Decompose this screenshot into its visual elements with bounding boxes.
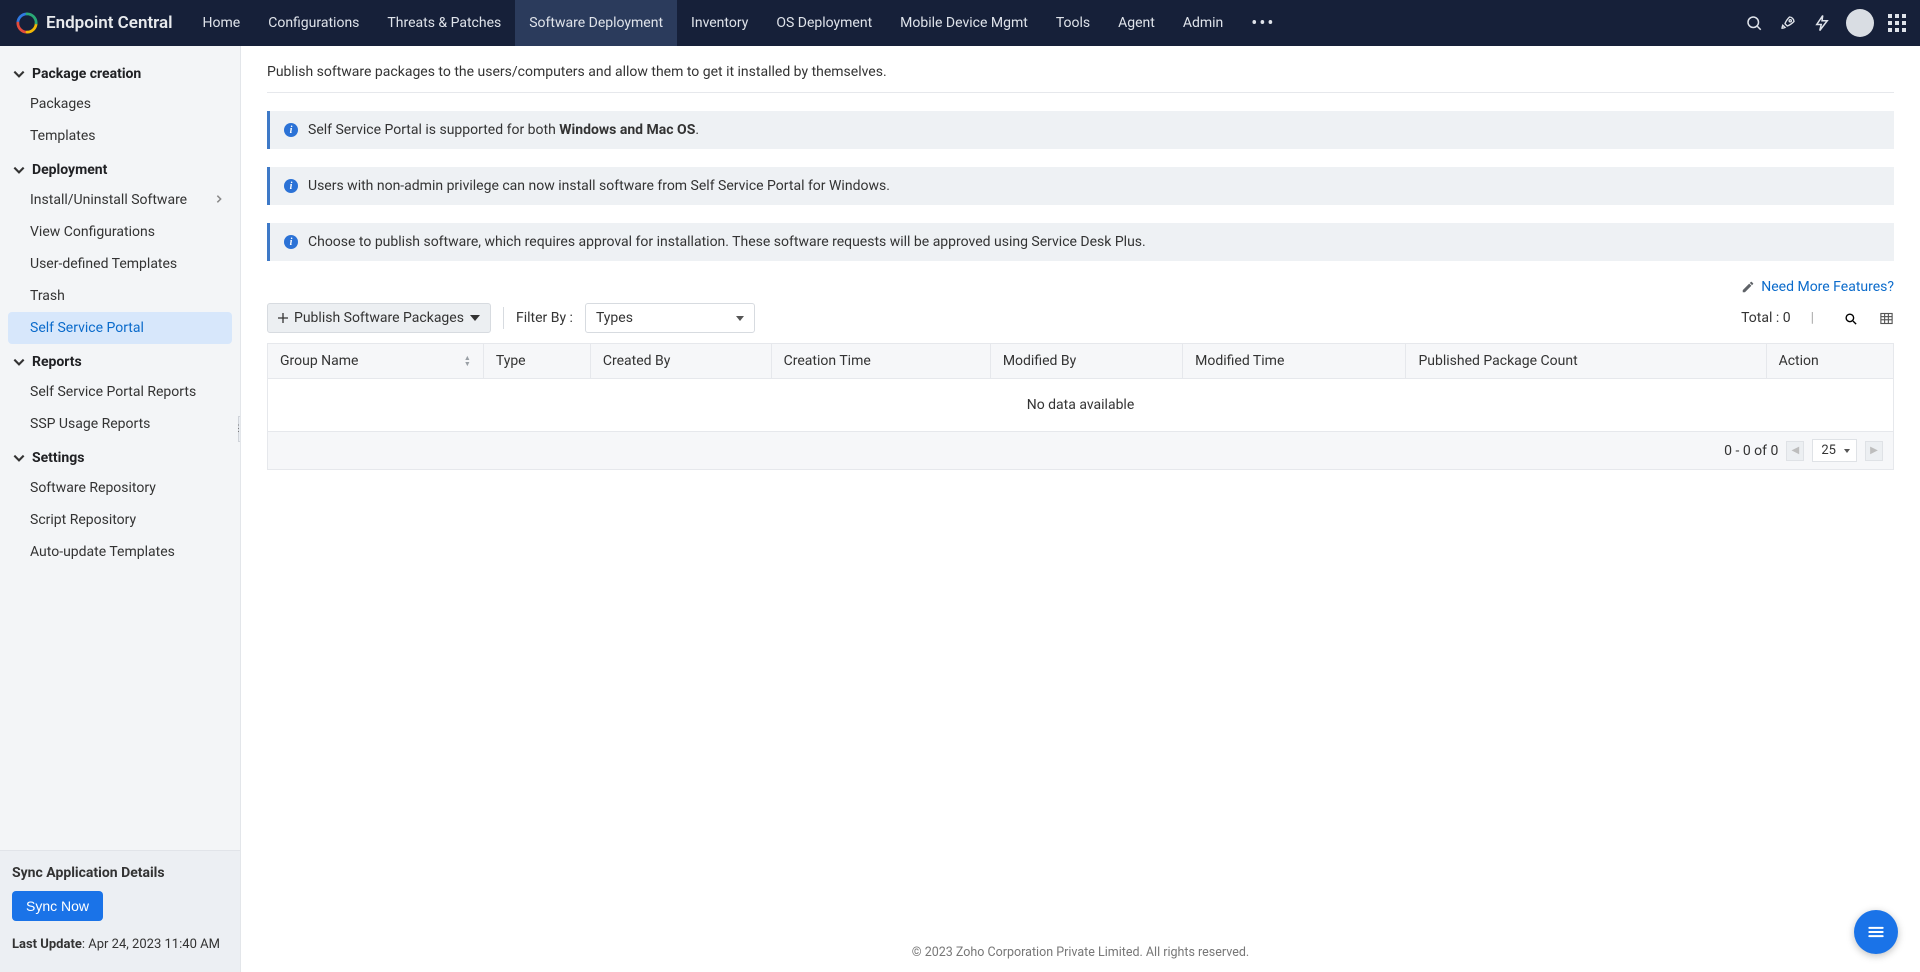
info-icon: i: [284, 123, 298, 137]
nav-item-admin[interactable]: Admin: [1169, 0, 1237, 46]
user-avatar[interactable]: [1846, 9, 1874, 37]
nav-item-threats-patches[interactable]: Threats & Patches: [373, 0, 515, 46]
nav-item-mobile-device-mgmt[interactable]: Mobile Device Mgmt: [886, 0, 1042, 46]
column-group-name[interactable]: Group Name▲▼: [268, 344, 484, 379]
table-pagination: 0 - 0 of 0 ◀ 25 ▶: [267, 432, 1894, 470]
column-published-package-count[interactable]: Published Package Count: [1406, 344, 1766, 379]
column-modified-by[interactable]: Modified By: [990, 344, 1182, 379]
column-creation-time[interactable]: Creation Time: [771, 344, 990, 379]
filter-type-select[interactable]: Types: [585, 303, 755, 333]
menu-icon: [1866, 922, 1886, 942]
column-action[interactable]: Action: [1766, 344, 1893, 379]
search-icon[interactable]: [1744, 13, 1764, 33]
plus-icon: [278, 313, 288, 323]
nav-more-icon[interactable]: •••: [1237, 13, 1281, 34]
pager-range: 0 - 0 of 0: [1724, 443, 1778, 459]
chevron-right-icon: [214, 192, 224, 208]
last-update: Last Update: Apr 24, 2023 11:40 AM: [12, 937, 228, 952]
edit-icon: [1741, 280, 1755, 294]
info-supported-os: i Self Service Portal is supported for b…: [267, 111, 1894, 149]
nav-item-agent[interactable]: Agent: [1104, 0, 1169, 46]
sidebar-footer: Sync Application Details Sync Now Last U…: [0, 850, 240, 972]
pager-prev-button[interactable]: ◀: [1786, 441, 1804, 461]
sidebar-item-install-uninstall-software[interactable]: Install/Uninstall Software: [0, 184, 240, 216]
page-description: Publish software packages to the users/c…: [267, 64, 1894, 93]
sidebar-group-deployment[interactable]: Deployment: [0, 152, 240, 184]
table-toolbar: Publish Software Packages Filter By : Ty…: [267, 303, 1894, 333]
main-nav: HomeConfigurationsThreats & PatchesSoftw…: [189, 0, 1238, 46]
sidebar-item-user-defined-templates[interactable]: User-defined Templates: [0, 248, 240, 280]
column-created-by[interactable]: Created By: [590, 344, 771, 379]
topbar-icons: [1744, 9, 1920, 37]
info-non-admin: i Users with non-admin privilege can now…: [267, 167, 1894, 205]
nav-item-software-deployment[interactable]: Software Deployment: [515, 0, 677, 46]
info-icon: i: [284, 235, 298, 249]
sidebar-item-auto-update-templates[interactable]: Auto-update Templates: [0, 536, 240, 568]
sidebar-group-reports[interactable]: Reports: [0, 344, 240, 376]
pager-next-button[interactable]: ▶: [1865, 441, 1883, 461]
pager-size-select[interactable]: 25: [1812, 439, 1857, 462]
table-columns-icon[interactable]: [1878, 310, 1894, 326]
sync-title: Sync Application Details: [12, 865, 228, 881]
nav-item-home[interactable]: Home: [189, 0, 255, 46]
packages-table: Group Name▲▼TypeCreated ByCreation TimeM…: [267, 343, 1894, 379]
sidebar-group-package-creation[interactable]: Package creation: [0, 56, 240, 88]
need-more-features-link[interactable]: Need More Features?: [1761, 279, 1894, 295]
help-fab-button[interactable]: [1854, 910, 1898, 954]
total-count: Total : 0: [1741, 310, 1790, 326]
caret-down-icon: [470, 313, 480, 323]
publish-packages-button[interactable]: Publish Software Packages: [267, 303, 491, 333]
sidebar: Package creationPackagesTemplatesDeploym…: [0, 46, 241, 972]
bolt-icon[interactable]: [1812, 13, 1832, 33]
sidebar-item-software-repository[interactable]: Software Repository: [0, 472, 240, 504]
column-modified-time[interactable]: Modified Time: [1183, 344, 1406, 379]
sidebar-item-script-repository[interactable]: Script Repository: [0, 504, 240, 536]
brand-text: Endpoint Central: [46, 13, 173, 33]
sidebar-item-packages[interactable]: Packages: [0, 88, 240, 120]
sidebar-item-ssp-usage-reports[interactable]: SSP Usage Reports: [0, 408, 240, 440]
sidebar-group-settings[interactable]: Settings: [0, 440, 240, 472]
table-search-icon[interactable]: [1842, 310, 1858, 326]
nav-item-os-deployment[interactable]: OS Deployment: [762, 0, 886, 46]
footer-copyright: © 2023 Zoho Corporation Private Limited.…: [267, 927, 1894, 972]
info-icon: i: [284, 179, 298, 193]
nav-item-tools[interactable]: Tools: [1042, 0, 1104, 46]
brand-logo-icon: [16, 12, 38, 34]
nav-item-inventory[interactable]: Inventory: [677, 0, 762, 46]
sync-now-button[interactable]: Sync Now: [12, 891, 103, 921]
sidebar-item-trash[interactable]: Trash: [0, 280, 240, 312]
info-approval: i Choose to publish software, which requ…: [267, 223, 1894, 261]
sidebar-item-view-configurations[interactable]: View Configurations: [0, 216, 240, 248]
filter-by-label: Filter By :: [516, 310, 573, 326]
nav-item-configurations[interactable]: Configurations: [254, 0, 373, 46]
apps-grid-icon[interactable]: [1888, 14, 1906, 32]
rocket-icon[interactable]: [1778, 13, 1798, 33]
content-area: Publish software packages to the users/c…: [241, 46, 1920, 972]
sidebar-item-self-service-portal[interactable]: Self Service Portal: [8, 312, 232, 344]
sidebar-item-self-service-portal-reports[interactable]: Self Service Portal Reports: [0, 376, 240, 408]
sidebar-item-templates[interactable]: Templates: [0, 120, 240, 152]
column-type[interactable]: Type: [483, 344, 590, 379]
brand[interactable]: Endpoint Central: [0, 12, 189, 34]
top-navigation: Endpoint Central HomeConfigurationsThrea…: [0, 0, 1920, 46]
no-data-message: No data available: [267, 379, 1894, 432]
